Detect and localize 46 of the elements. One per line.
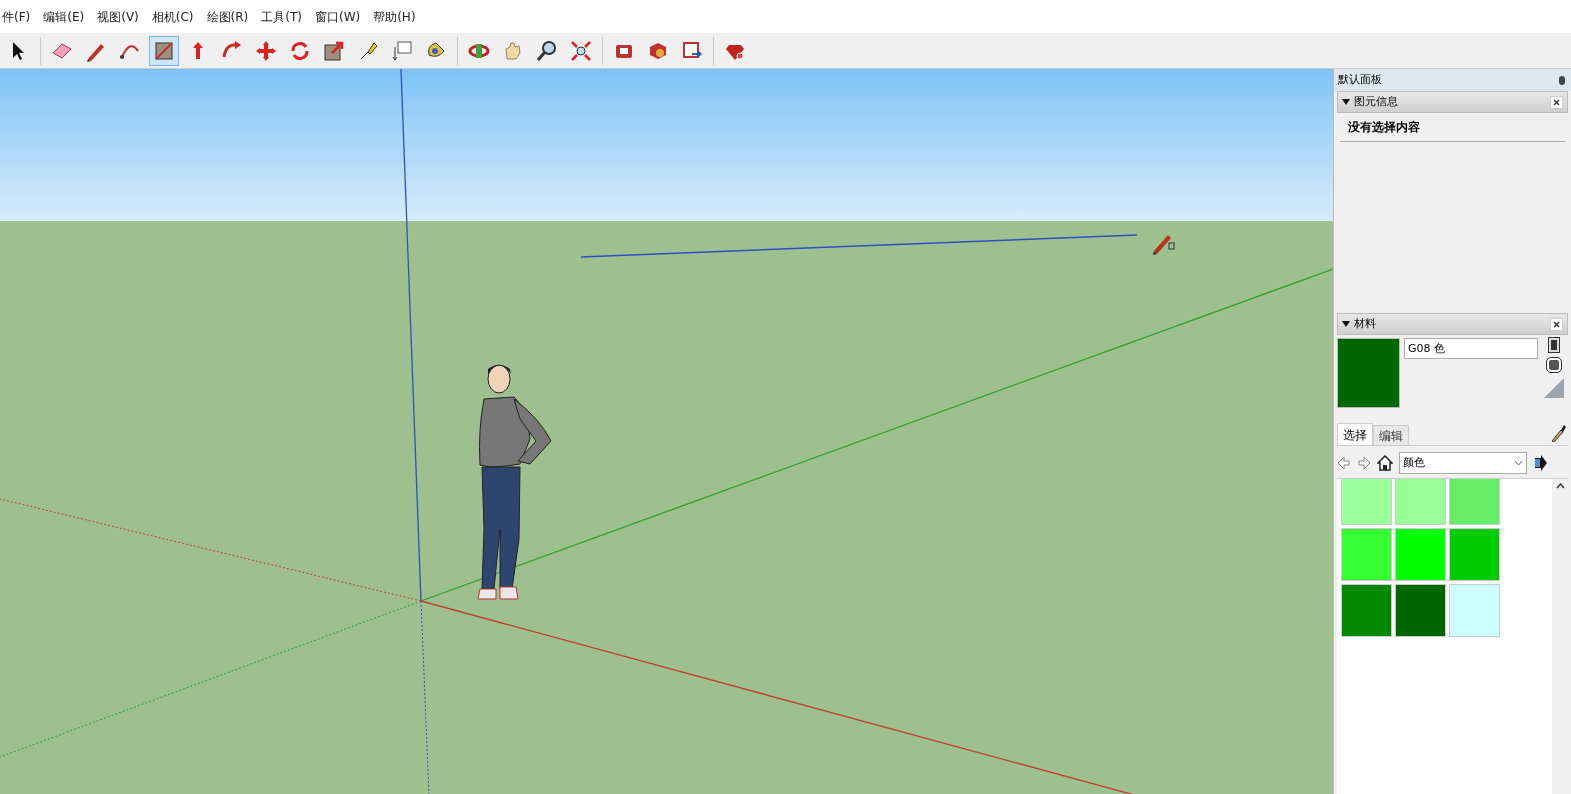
menu-item[interactable]: 件(F) [2, 7, 31, 26]
menu-item[interactable]: 窗口(W) [314, 7, 361, 26]
menu-item[interactable]: 帮助(H) [373, 7, 416, 26]
color-swatch[interactable] [1449, 528, 1500, 581]
home-icon[interactable] [1377, 455, 1393, 471]
menu-item[interactable]: 绘图(R) [206, 7, 249, 26]
color-swatch[interactable] [1341, 584, 1392, 637]
back-arrow-icon[interactable] [1337, 456, 1351, 470]
close-icon[interactable] [1550, 95, 1563, 109]
display-secondary-icon[interactable] [1549, 338, 1559, 352]
section-title: 图元信息 [1354, 93, 1398, 110]
zoomext-tool-icon [569, 38, 593, 63]
menu-item[interactable]: 相机(C) [151, 7, 194, 26]
library-dropdown[interactable]: 颜色 [1399, 452, 1527, 474]
material-tab[interactable]: 编辑 [1373, 425, 1409, 445]
tray-title: 默认面板 [1338, 71, 1382, 88]
menu-item[interactable]: 视图(V) [97, 7, 139, 26]
material-tab[interactable]: 选择 [1337, 423, 1373, 445]
create-material-icon[interactable] [1547, 358, 1561, 372]
menu-item[interactable]: 工具(T) [261, 7, 302, 26]
no-selection-text: 没有选择内容 [1340, 113, 1565, 142]
eyedropper-icon[interactable] [1550, 424, 1566, 442]
details-arrow-icon[interactable] [1533, 455, 1547, 471]
material-preview-swatch [1337, 338, 1400, 408]
color-swatch[interactable] [1395, 584, 1446, 637]
forward-arrow-icon[interactable] [1357, 456, 1371, 470]
section-title: 材料 [1354, 315, 1376, 332]
color-swatch[interactable] [1395, 528, 1446, 581]
menu-item[interactable]: 编辑(E) [43, 7, 85, 26]
scrollbar[interactable] [1552, 479, 1568, 794]
text-tool-icon [390, 38, 414, 63]
scroll-up-icon[interactable] [1555, 483, 1565, 489]
color-swatch[interactable] [1449, 479, 1500, 525]
pin-icon[interactable] [1559, 75, 1565, 85]
pencil-cursor-icon [1153, 235, 1175, 255]
color-swatch[interactable] [1449, 584, 1500, 637]
color-swatch[interactable] [1341, 528, 1392, 581]
close-icon[interactable] [1550, 317, 1563, 331]
section-header[interactable]: 图元信息 [1337, 91, 1568, 113]
section-header[interactable]: 材料 [1337, 313, 1568, 335]
color-swatch[interactable] [1341, 479, 1392, 525]
color-swatch[interactable] [1395, 479, 1446, 525]
chevron-down-icon [1514, 460, 1523, 466]
library-dropdown-value: 颜色 [1403, 454, 1425, 471]
zoom-tool-icon [535, 38, 559, 63]
material-name-field[interactable]: G08 色 [1404, 338, 1538, 359]
